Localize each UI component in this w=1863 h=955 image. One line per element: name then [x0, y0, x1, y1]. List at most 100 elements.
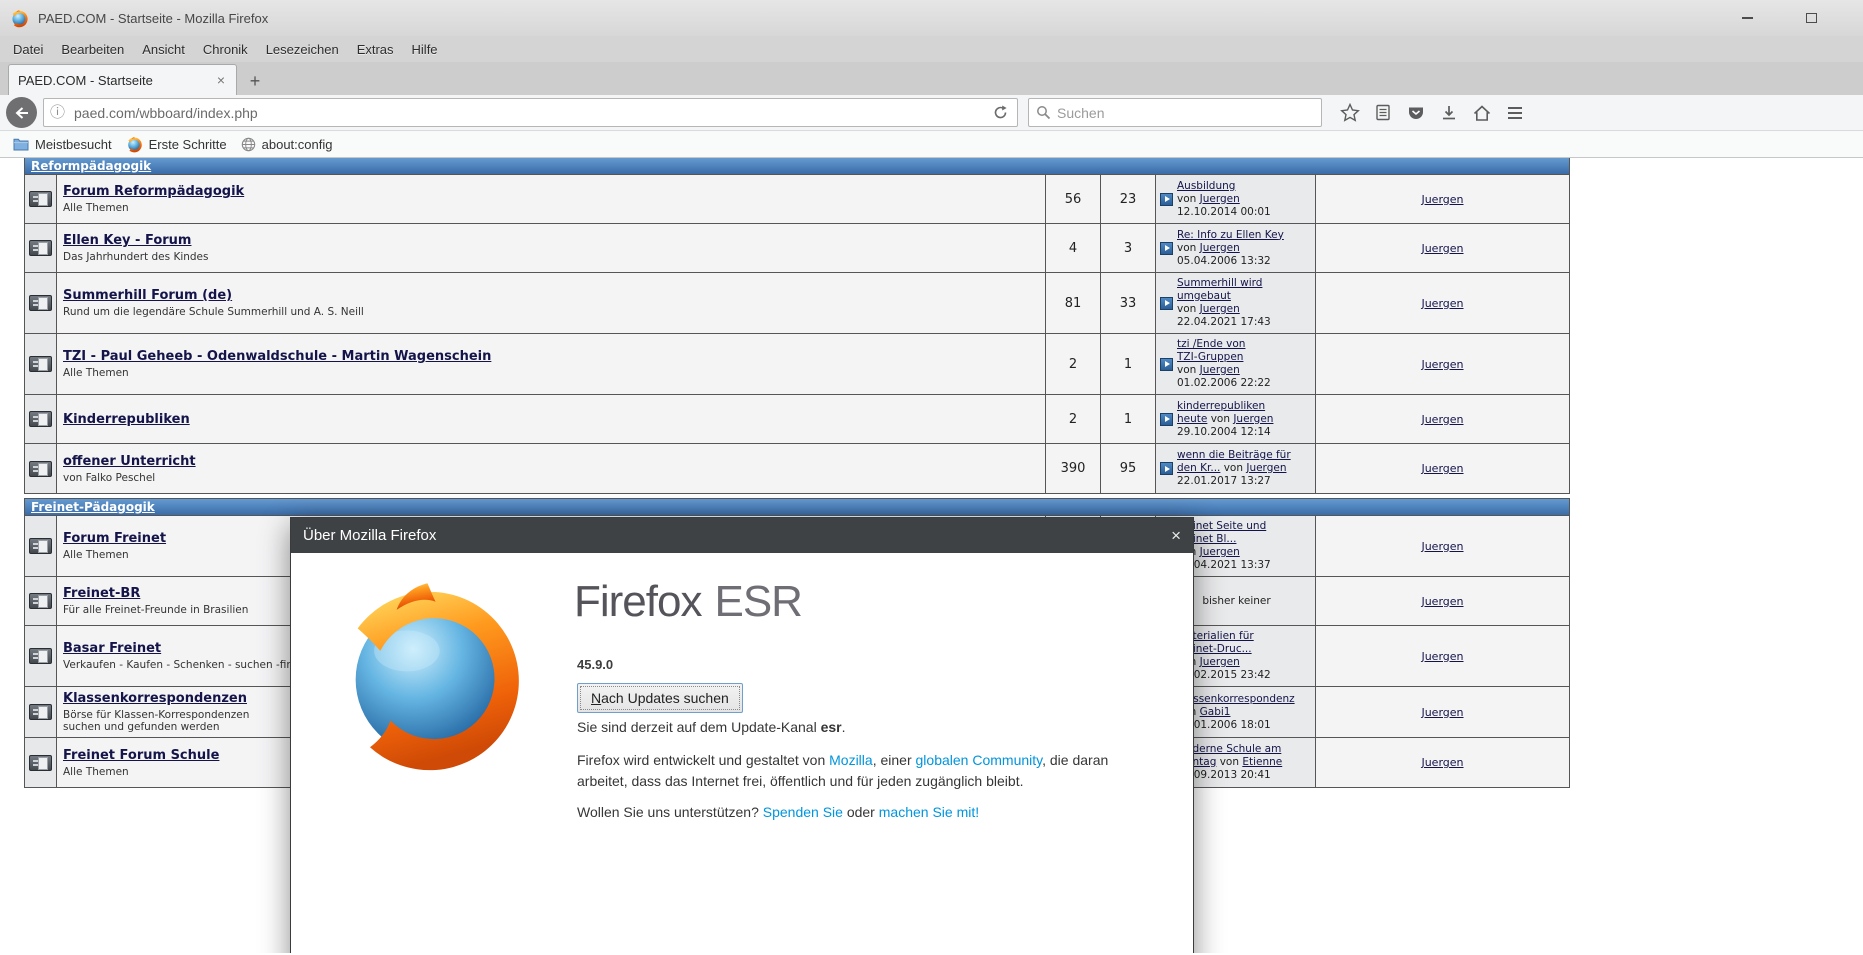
text-link[interactable]: wenn die Beiträge für	[1177, 449, 1291, 461]
text-link[interactable]: den Kr...	[1177, 462, 1220, 474]
text-link[interactable]: Gabi1	[1200, 706, 1231, 718]
text-link[interactable]: heute	[1177, 413, 1207, 425]
last-post-line: tzi /Ende von	[1177, 338, 1271, 351]
text-link[interactable]: Mozilla	[829, 752, 873, 768]
last-post-text: kinderrepublikenheute von Juergen29.10.2…	[1177, 400, 1273, 439]
goto-last-post-icon[interactable]	[1160, 358, 1173, 371]
url-input[interactable]	[65, 105, 990, 121]
bookmark-item-erste-schritte[interactable]: Erste Schritte	[119, 133, 234, 156]
menu-item-ansicht[interactable]: Ansicht	[133, 38, 194, 61]
text-link[interactable]: tzi /Ende von	[1177, 338, 1245, 350]
moderator-link[interactable]: Juergen	[1421, 650, 1463, 663]
text-link[interactable]: Re: Info zu Ellen Key	[1177, 229, 1284, 241]
last-post-line: 29.10.2004 12:14	[1177, 426, 1273, 439]
moderator-link[interactable]: Juergen	[1421, 242, 1463, 255]
menu-item-extras[interactable]: Extras	[348, 38, 403, 61]
menu-item-chronik[interactable]: Chronik	[194, 38, 257, 61]
folder-icon	[13, 137, 29, 151]
bookmark-star-button[interactable]	[1333, 97, 1366, 128]
moderator-cell: Juergen	[1316, 577, 1569, 625]
text-segment: 22.04.2021 17:43	[1177, 316, 1271, 328]
downloads-button[interactable]	[1432, 97, 1465, 128]
moderator-link[interactable]: Juergen	[1421, 358, 1463, 371]
last-post-cell: Re: Info zu Ellen Keyvon Juergen05.04.20…	[1156, 224, 1316, 272]
home-button[interactable]	[1465, 97, 1498, 128]
forum-title-link[interactable]: TZI - Paul Geheeb - Odenwaldschule - Mar…	[63, 349, 1041, 364]
dialog-close-button[interactable]: ×	[1155, 526, 1181, 546]
moderator-link[interactable]: Juergen	[1421, 297, 1463, 310]
last-post-text: Summerhill wirdumgebautvon Juergen22.04.…	[1177, 277, 1271, 329]
bookmark-item-about-config[interactable]: about:config	[234, 133, 340, 156]
text-link[interactable]: Juergen	[1200, 193, 1240, 205]
menu-item-lesezeichen[interactable]: Lesezeichen	[257, 38, 348, 61]
text-link[interactable]: Summerhill wird	[1177, 277, 1262, 289]
text-link[interactable]: kinderrepubliken	[1177, 400, 1265, 412]
text-link[interactable]: Juergen	[1200, 364, 1240, 376]
last-post-text: wenn die Beiträge fürden Kr... von Juerg…	[1177, 449, 1291, 488]
text-link[interactable]: Juergen	[1200, 546, 1240, 558]
minimize-button[interactable]	[1724, 0, 1770, 36]
search-bar[interactable]	[1028, 98, 1322, 127]
maximize-button[interactable]	[1788, 0, 1834, 36]
text-link[interactable]: Juergen	[1200, 303, 1240, 315]
text-segment: ach Updates suchen	[601, 690, 729, 706]
text-segment: .	[842, 719, 846, 735]
text-link[interactable]: TZI-Gruppen	[1177, 351, 1243, 363]
goto-last-post-icon[interactable]	[1160, 462, 1173, 475]
forum-title-link[interactable]: Kinderrepubliken	[63, 412, 1041, 427]
moderator-cell: Juergen	[1316, 687, 1569, 737]
menu-item-bearbeiten[interactable]: Bearbeiten	[52, 38, 133, 61]
pocket-button[interactable]	[1399, 97, 1432, 128]
tab-close-icon[interactable]: ×	[215, 72, 227, 88]
board-icon	[29, 356, 52, 372]
text-link[interactable]: Klassenkorrespondenz	[1177, 693, 1295, 705]
tab-active[interactable]: PAED.COM - Startseite ×	[8, 64, 237, 95]
back-button[interactable]	[6, 97, 37, 128]
forum-title-link[interactable]: Ellen Key - Forum	[63, 233, 1041, 248]
menu-item-datei[interactable]: Datei	[4, 38, 52, 61]
forum-title-link[interactable]: Summerhill Forum (de)	[63, 288, 1041, 303]
menu-hamburger-button[interactable]	[1498, 97, 1531, 128]
moderator-link[interactable]: Juergen	[1421, 540, 1463, 553]
text-link[interactable]: Juergen	[1200, 656, 1240, 668]
forum-title-link[interactable]: offener Unterricht	[63, 454, 1041, 469]
text-link[interactable]: Spenden Sie	[763, 804, 843, 820]
bookmark-item-meistbesucht[interactable]: Meistbesucht	[6, 133, 119, 156]
close-button[interactable]: ✕	[1852, 0, 1863, 36]
moderator-link[interactable]: Juergen	[1421, 756, 1463, 769]
bookmarks-menu-button[interactable]	[1366, 97, 1399, 128]
goto-last-post-icon[interactable]	[1160, 242, 1173, 255]
text-link[interactable]: umgebaut	[1177, 290, 1231, 302]
new-tab-button[interactable]: +	[240, 68, 270, 95]
category-link[interactable]: Reformpädagogik	[31, 159, 151, 173]
url-bar[interactable]: ⓘ	[43, 98, 1018, 127]
maximize-icon	[1806, 13, 1817, 23]
text-link[interactable]: Juergen	[1233, 413, 1273, 425]
text-link[interactable]: Ausbildung	[1177, 180, 1235, 192]
reload-button[interactable]	[990, 105, 1011, 120]
search-input[interactable]	[1051, 105, 1314, 121]
goto-last-post-icon[interactable]	[1160, 297, 1173, 310]
last-post-line: Summerhill wird	[1177, 277, 1271, 290]
goto-last-post-icon[interactable]	[1160, 193, 1173, 206]
text-link[interactable]: machen Sie mit!	[879, 804, 979, 820]
goto-last-post-icon[interactable]	[1160, 413, 1173, 426]
text-segment: von	[1177, 364, 1200, 376]
menu-item-hilfe[interactable]: Hilfe	[403, 38, 447, 61]
moderator-link[interactable]: Juergen	[1421, 462, 1463, 475]
text-link[interactable]: Juergen	[1246, 462, 1286, 474]
page-info-icon[interactable]: ⓘ	[50, 105, 65, 120]
text-link[interactable]: globalen Community	[916, 752, 1043, 768]
text-link[interactable]: Etienne	[1242, 756, 1282, 768]
text-segment: von	[1177, 242, 1200, 254]
moderator-link[interactable]: Juergen	[1421, 193, 1463, 206]
moderator-link[interactable]: Juergen	[1421, 413, 1463, 426]
moderator-link[interactable]: Juergen	[1421, 706, 1463, 719]
check-updates-button[interactable]: Nach Updates suchen	[577, 683, 743, 713]
home-icon	[1472, 104, 1492, 122]
moderator-link[interactable]: Juergen	[1421, 595, 1463, 608]
category-link[interactable]: Freinet-Pädagogik	[31, 500, 155, 514]
forum-icon-cell	[25, 175, 57, 223]
forum-title-link[interactable]: Forum Reformpädagogik	[63, 184, 1041, 199]
text-link[interactable]: Juergen	[1200, 242, 1240, 254]
